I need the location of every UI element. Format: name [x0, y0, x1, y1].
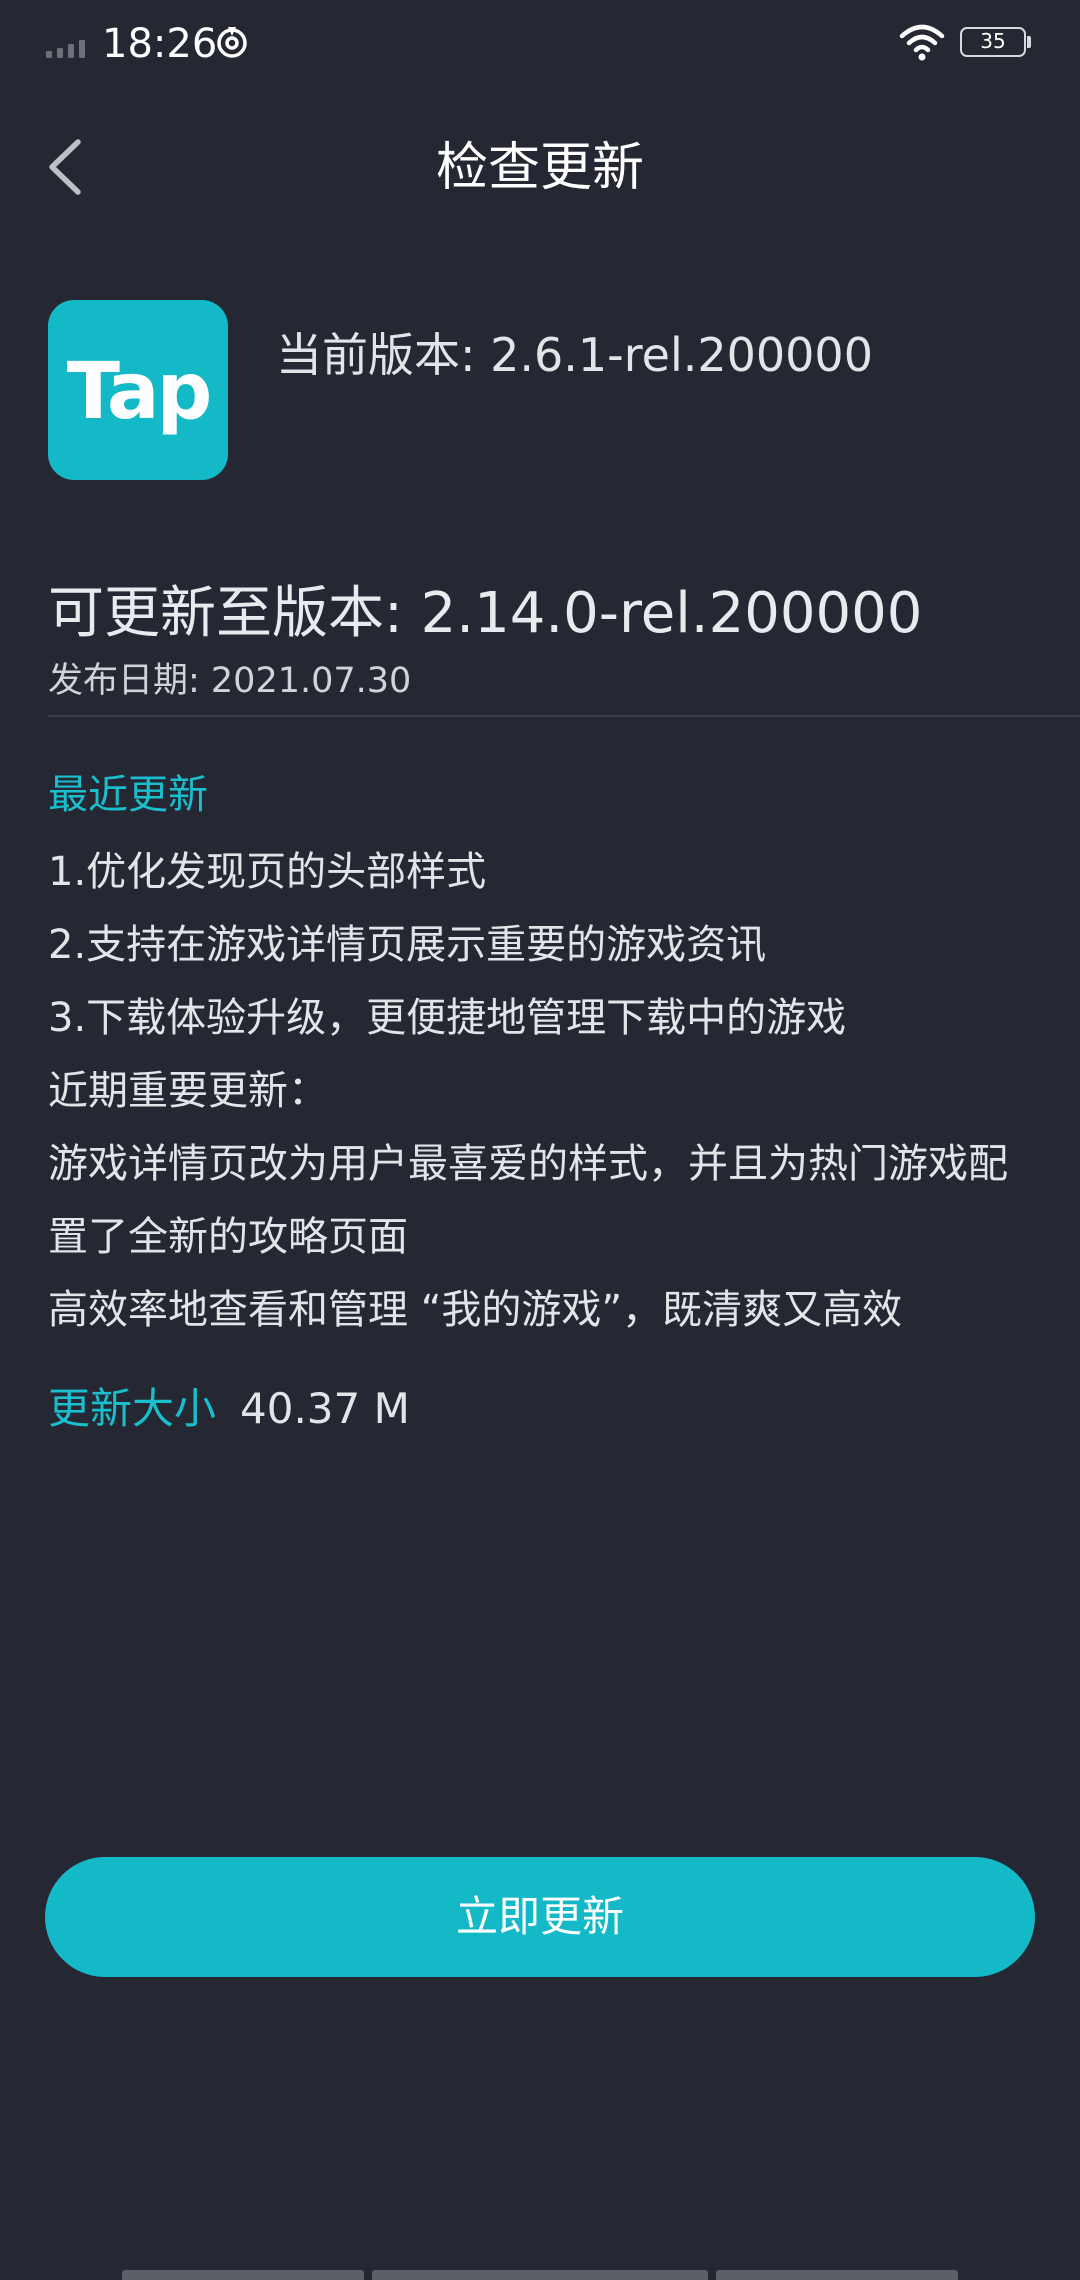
page-title: 检查更新: [435, 138, 644, 198]
update-now-button[interactable]: 立即更新: [45, 1857, 1035, 1977]
recent-updates-heading: 最近更新: [48, 772, 208, 818]
update-size-label: 更新大小: [48, 1384, 217, 1433]
logo-text: Tap: [67, 347, 210, 437]
release-note-line: 高效率地查看和管理 “我的游戏”，既清爽又高效: [48, 1287, 903, 1333]
status-bar: 18:26 35: [0, 0, 1080, 90]
release-note-line: 3.下载体验升级，更便捷地管理下载中的游戏: [48, 995, 847, 1041]
wifi-icon: [899, 24, 945, 61]
release-note-line: 1.优化发现页的头部样式: [48, 849, 487, 895]
nav-hint-bar: [716, 2270, 958, 2280]
release-note-line: 游戏详情页改为用户最喜爱的样式，并且为热门游戏配: [48, 1141, 1008, 1187]
release-note-line: 置了全新的攻略页面: [48, 1214, 408, 1260]
battery-level: 35: [960, 27, 1026, 57]
release-note-line: 2.支持在游戏详情页展示重要的游戏资讯: [48, 922, 767, 968]
app-logo: Tap: [48, 300, 228, 480]
battery-indicator: 35: [960, 27, 1032, 57]
current-version: 当前版本: 2.6.1-rel.200000: [276, 328, 873, 382]
battery-cap: [1027, 36, 1031, 48]
nav-hint-bar: [372, 2270, 708, 2280]
divider: [48, 715, 1080, 717]
release-notes: 1.优化发现页的头部样式 2.支持在游戏详情页展示重要的游戏资讯 3.下载体验升…: [48, 836, 1068, 1347]
target-version: 可更新至版本: 2.14.0-rel.200000: [48, 581, 923, 646]
nav-hint-bar: [122, 2270, 364, 2280]
notification-app-icon: [217, 27, 247, 58]
release-note-line: 近期重要更新：: [48, 1068, 328, 1114]
update-size-value: 40.37 M: [240, 1384, 410, 1433]
release-date: 发布日期: 2021.07.30: [48, 661, 412, 701]
status-time: 18:26: [102, 21, 218, 67]
tap-logo-mark: Tap: [67, 347, 213, 437]
signal-icon: [46, 40, 85, 58]
update-size-row: 更新大小 40.37 M: [48, 1374, 410, 1444]
